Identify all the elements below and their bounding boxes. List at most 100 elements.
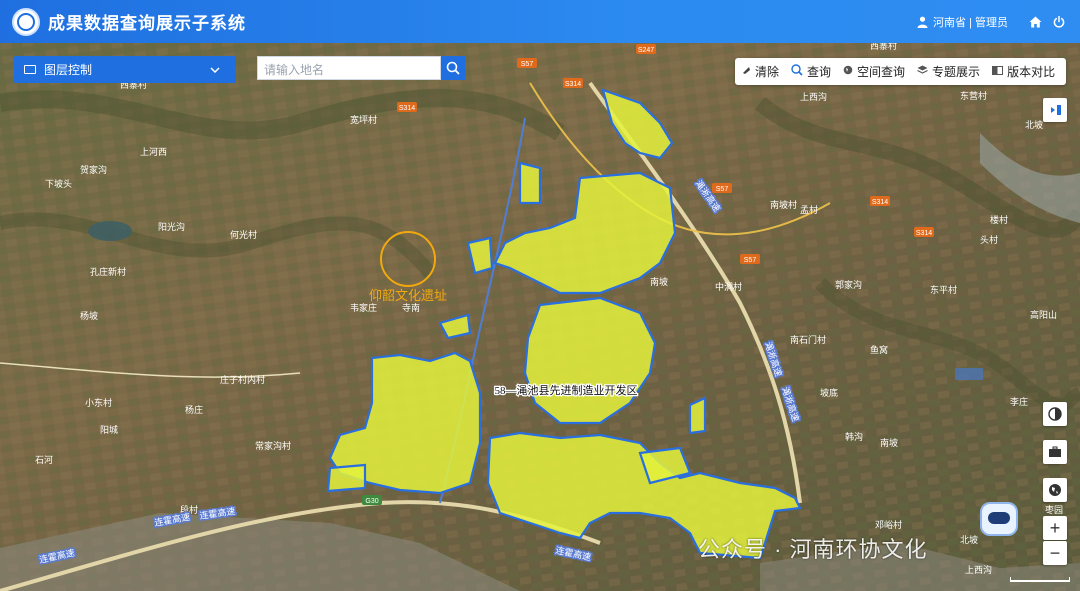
place-name: 上河西 xyxy=(140,146,167,157)
search-button[interactable] xyxy=(441,56,465,80)
eraser-icon xyxy=(741,65,751,78)
place-name: 韦家庄 xyxy=(350,302,377,313)
place-name: 楼村 xyxy=(990,214,1008,225)
contrast-icon xyxy=(1048,407,1062,421)
map-toolbar: 清除 查询 空间查询 专题展示 版本对比 xyxy=(735,58,1066,85)
road-badge: G30 xyxy=(362,495,382,505)
place-name: 杨庄 xyxy=(185,404,203,415)
app-header: 成果数据查询展示子系统 河南省 | 管理员 xyxy=(0,0,1080,43)
basemap-button[interactable] xyxy=(1043,440,1067,464)
place-name: 小东村 xyxy=(85,397,112,408)
app-logo xyxy=(12,7,40,36)
layer-control-label: 图层控制 xyxy=(44,63,93,77)
assistant-robot-icon[interactable] xyxy=(980,502,1018,536)
zoom-in-button[interactable]: + xyxy=(1043,516,1067,540)
place-name: 东营村 xyxy=(960,90,987,101)
place-name: 郭家沟 xyxy=(835,279,862,290)
svg-text:S314: S314 xyxy=(399,105,415,112)
satellite-map[interactable]: 仰韶文化遗址 58—渑池县先进制造业开发区 西寨村宽坪村上河西下坡头贺家沟阳光沟… xyxy=(0,43,1080,591)
svg-text:S314: S314 xyxy=(916,230,932,237)
place-name: 庄子村内村 xyxy=(220,374,265,385)
place-name: 中洞村 xyxy=(715,281,742,292)
place-name: 邓峪村 xyxy=(875,519,902,530)
globe-icon xyxy=(843,65,853,78)
svg-text:S57: S57 xyxy=(716,186,729,193)
place-name: 南石门村 xyxy=(790,334,826,345)
place-name: 阳光沟 xyxy=(158,221,185,232)
place-name: 南坡 xyxy=(650,276,668,287)
road-badge: S57 xyxy=(740,254,760,264)
place-name: 高阳山 xyxy=(1030,309,1057,320)
collapse-panel-button[interactable] xyxy=(1043,98,1067,122)
place-name: 上西沟 xyxy=(800,91,827,102)
version-compare-button[interactable]: 版本对比 xyxy=(986,58,1061,85)
place-name: 李庄 xyxy=(1010,396,1028,407)
place-name: 阳城 xyxy=(100,425,118,435)
road-badge: S314 xyxy=(870,196,890,206)
svg-text:S57: S57 xyxy=(521,61,534,68)
watermark-text: 公众号 · 河南环协文化 xyxy=(698,537,928,562)
place-name: 坡底 xyxy=(820,387,838,398)
svg-text:S247: S247 xyxy=(638,47,654,54)
place-name: 宽坪村 xyxy=(350,114,377,125)
thematic-label: 专题展示 xyxy=(932,65,981,79)
zone-label: 58—渑池县先进制造业开发区 xyxy=(495,383,638,397)
layer-icon xyxy=(24,65,36,74)
layers-icon xyxy=(917,65,928,78)
user-icon xyxy=(915,15,929,29)
thematic-button[interactable]: 专题展示 xyxy=(911,58,986,85)
zoom-out-button[interactable]: − xyxy=(1043,541,1067,565)
search-icon xyxy=(791,64,803,79)
place-name: 寺南 xyxy=(402,302,420,313)
contrast-button[interactable] xyxy=(1043,402,1067,426)
place-name: 常家沟村 xyxy=(255,440,291,451)
place-search-input[interactable]: 请输入地名 xyxy=(257,56,441,80)
place-name: 北坡 xyxy=(1025,119,1043,130)
site-label: 仰韶文化遗址 xyxy=(369,288,447,303)
globe-button[interactable] xyxy=(1043,478,1067,502)
place-name: 贺家沟 xyxy=(80,164,107,175)
place-name: 孔庄新村 xyxy=(90,266,126,277)
query-button[interactable]: 查询 xyxy=(785,58,837,85)
svg-text:S314: S314 xyxy=(872,199,888,206)
road-badge: S247 xyxy=(636,44,656,54)
place-name: 何光村 xyxy=(230,229,257,240)
place-name: 鱼窝 xyxy=(870,344,888,355)
clear-label: 清除 xyxy=(755,65,780,79)
place-name: 韩沟 xyxy=(845,431,863,442)
user-info[interactable]: 河南省 | 管理员 xyxy=(933,14,1008,30)
road-badge: S57 xyxy=(517,58,537,68)
place-name: 南坡 xyxy=(880,437,898,448)
query-label: 查询 xyxy=(807,65,832,79)
place-name: 杨坡 xyxy=(80,310,98,321)
place-name: 下坡头 xyxy=(45,178,72,189)
power-icon[interactable] xyxy=(1052,15,1066,29)
scale-bar xyxy=(1010,577,1070,582)
header-right: 河南省 | 管理员 xyxy=(915,0,1066,43)
spatial-query-label: 空间查询 xyxy=(857,65,906,79)
svg-text:S314: S314 xyxy=(565,81,581,88)
clear-button[interactable]: 清除 xyxy=(735,58,785,85)
search-icon xyxy=(446,61,460,75)
place-name: 北坡 xyxy=(960,534,978,545)
page-title: 成果数据查询展示子系统 xyxy=(48,14,246,33)
version-compare-label: 版本对比 xyxy=(1007,65,1056,79)
home-icon[interactable] xyxy=(1028,15,1042,29)
road-badge: S57 xyxy=(712,183,732,193)
place-name: 南坡村 xyxy=(770,199,797,210)
map-canvas[interactable]: 仰韶文化遗址 58—渑池县先进制造业开发区 西寨村 宽坪村 上河西 下坡头 贺家沟 阳光沟… xyxy=(0,43,1080,591)
place-name: 上西沟 xyxy=(965,564,992,575)
place-name: 枣园 xyxy=(1045,505,1063,515)
spatial-query-button[interactable]: 空间查询 xyxy=(837,58,911,85)
place-name: 石河 xyxy=(35,454,53,465)
collapse-panel-icon xyxy=(1051,105,1061,115)
road-badge: S314 xyxy=(397,102,417,112)
globe-icon xyxy=(1049,484,1061,496)
place-name: 孟村 xyxy=(800,204,818,215)
place-name: 头村 xyxy=(980,234,998,245)
place-name: 东平村 xyxy=(930,284,957,295)
svg-text:S57: S57 xyxy=(744,257,757,264)
road-badge: S314 xyxy=(914,227,934,237)
chevron-down-icon xyxy=(210,62,220,76)
layer-control-dropdown[interactable]: 图层控制 xyxy=(14,56,236,83)
